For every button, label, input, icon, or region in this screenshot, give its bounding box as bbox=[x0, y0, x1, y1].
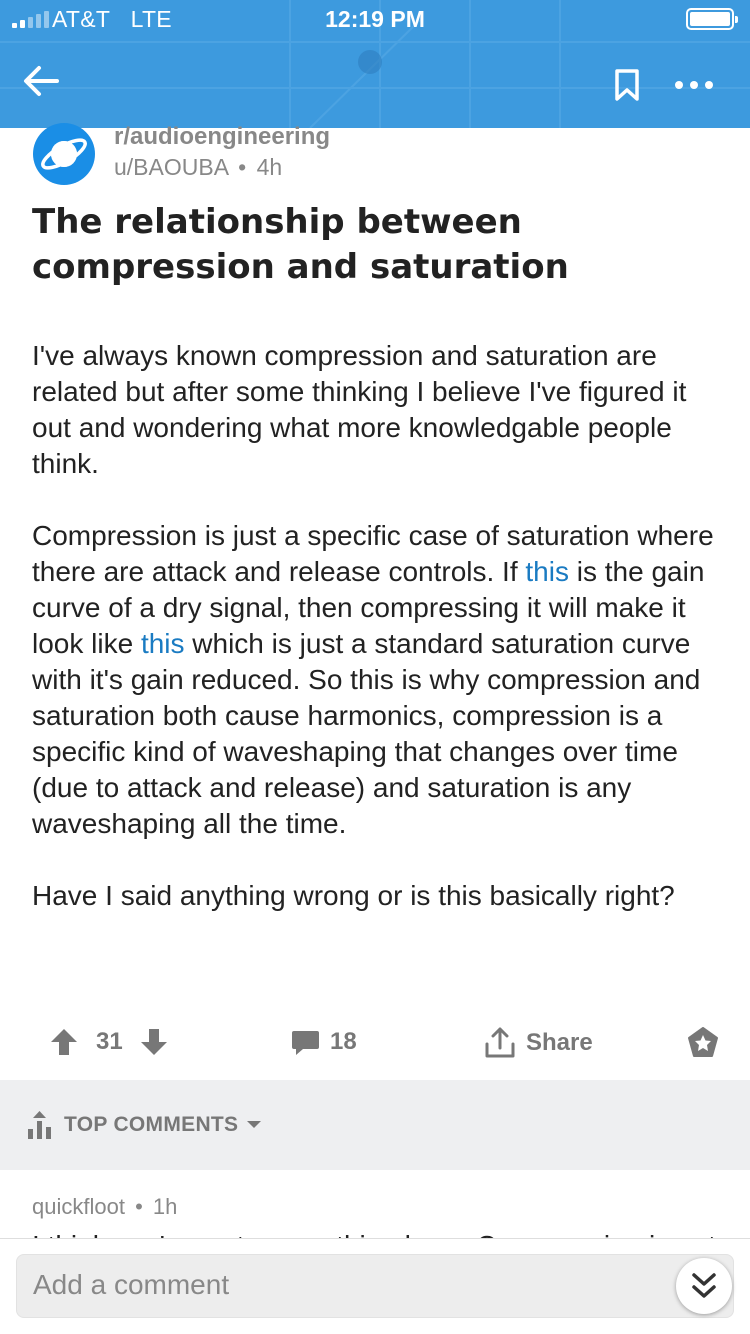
post-title: The relationship between compression and… bbox=[32, 202, 569, 287]
post-byline: u/BAOUBA • 4h bbox=[114, 154, 283, 180]
comment-age: 1h bbox=[152, 1194, 178, 1219]
vote-score: 31 bbox=[96, 1028, 123, 1055]
more-dots-icon bbox=[675, 81, 713, 89]
sort-label: TOP COMMENTS bbox=[64, 1113, 239, 1136]
gain-curve-link[interactable]: this bbox=[525, 556, 569, 587]
double-chevron-down-icon bbox=[692, 1273, 716, 1298]
post-paragraph: Have I said anything wrong or is this ba… bbox=[32, 880, 675, 911]
more-options-button[interactable] bbox=[666, 62, 722, 108]
sort-dropdown[interactable]: TOP COMMENTS bbox=[64, 1113, 262, 1137]
post-age: 4h bbox=[256, 154, 283, 180]
text-run: which is just a standard saturation curv… bbox=[32, 628, 701, 839]
compressed-curve-link[interactable]: this bbox=[141, 628, 185, 659]
post-body: I've always known compression and satura… bbox=[32, 338, 722, 950]
comment-meta: quickfloot • 1h bbox=[32, 1194, 178, 1219]
comment-count[interactable]: 18 bbox=[330, 1028, 357, 1056]
bookmark-icon bbox=[615, 69, 639, 101]
post-paragraph: Compression is just a specific case of s… bbox=[32, 518, 722, 842]
upvote-arrow-icon[interactable] bbox=[50, 1027, 78, 1057]
post-paragraph: I've always known compression and satura… bbox=[32, 340, 687, 479]
award-button[interactable] bbox=[686, 1026, 720, 1060]
sort-bars-icon bbox=[28, 1111, 51, 1139]
award-icon bbox=[688, 1027, 718, 1057]
comments-sort-bar: TOP COMMENTS bbox=[0, 1080, 750, 1170]
post-action-bar: 31 18 Share bbox=[0, 1016, 750, 1070]
share-label: Share bbox=[526, 1029, 593, 1056]
back-button[interactable] bbox=[18, 58, 64, 104]
planet-icon bbox=[41, 138, 87, 170]
comment-bubble-icon[interactable] bbox=[291, 1029, 320, 1057]
downvote-arrow-icon[interactable] bbox=[140, 1027, 168, 1057]
subreddit-avatar[interactable] bbox=[33, 123, 95, 185]
status-bar: AT&T LTE 12:19 PM bbox=[0, 0, 750, 40]
subreddit-name[interactable]: r/audioengineering bbox=[114, 123, 330, 151]
share-icon bbox=[485, 1027, 515, 1058]
comment-author[interactable]: quickfloot bbox=[32, 1194, 125, 1219]
collapse-comments-button[interactable] bbox=[676, 1258, 732, 1314]
add-comment-input[interactable]: Add a comment bbox=[16, 1254, 734, 1318]
battery-icon bbox=[686, 8, 738, 30]
author-name[interactable]: u/BAOUBA bbox=[114, 154, 228, 180]
caret-down-icon bbox=[247, 1121, 262, 1128]
bookmark-button[interactable] bbox=[604, 62, 650, 108]
app-header: AT&T LTE 12:19 PM bbox=[0, 0, 750, 128]
share-button[interactable]: Share bbox=[484, 1024, 593, 1062]
back-arrow-icon bbox=[24, 66, 59, 96]
status-time: 12:19 PM bbox=[325, 6, 425, 32]
